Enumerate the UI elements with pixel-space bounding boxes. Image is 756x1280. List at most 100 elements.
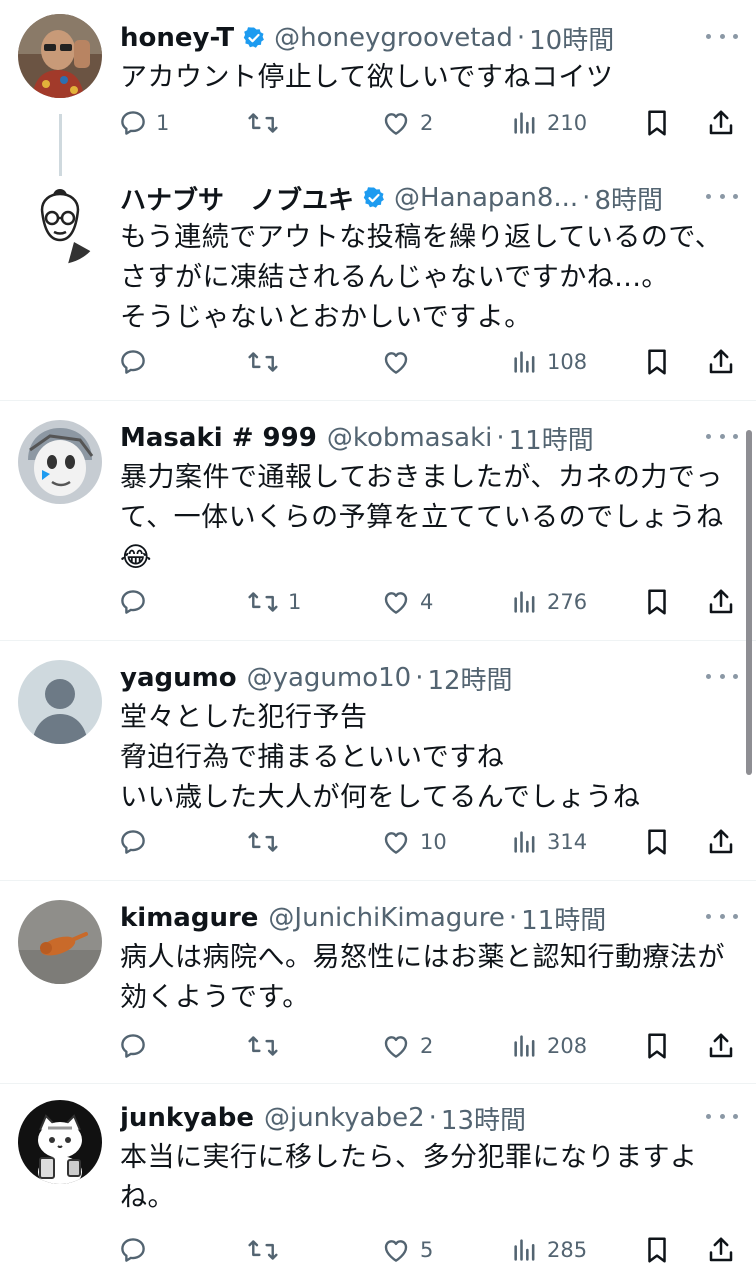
bookmark-icon <box>644 1235 670 1265</box>
avatar[interactable] <box>18 1100 102 1184</box>
like-icon <box>380 827 412 857</box>
bookmark-button[interactable] <box>644 1230 670 1270</box>
share-icon <box>706 827 736 857</box>
share-button[interactable] <box>706 103 736 143</box>
more-options-icon[interactable] <box>704 24 740 48</box>
like-icon <box>380 1235 412 1265</box>
views-button[interactable]: 210 <box>511 103 587 143</box>
tweet[interactable]: honey-T @honeygroovetad · 10時間 アカウント停止して欲しいで… <box>0 14 756 143</box>
reply-button[interactable] <box>118 822 156 862</box>
retweet-button[interactable] <box>246 342 288 382</box>
user-handle[interactable]: @kobmasaki <box>327 423 493 453</box>
like-button[interactable]: 2 <box>380 103 433 143</box>
display-name[interactable]: kimagure <box>120 903 258 933</box>
views-button[interactable]: 285 <box>511 1230 587 1270</box>
display-name[interactable]: junkyabe <box>120 1103 254 1133</box>
timestamp[interactable]: 11時間 <box>509 420 594 457</box>
share-icon <box>706 1031 736 1061</box>
avatar[interactable] <box>18 14 102 98</box>
reply-icon <box>118 827 148 857</box>
tweet[interactable]: yagumo @yagumo10 · 12時間 堂々とした犯行予告 脅迫行為で捕まるといい… <box>0 658 756 862</box>
like-button[interactable]: 2 <box>380 1026 433 1066</box>
views-button[interactable]: 276 <box>511 582 587 622</box>
reply-icon <box>118 1235 148 1265</box>
user-handle[interactable]: @junkyabe2 <box>264 1103 425 1133</box>
tweet-text-line: ね。 <box>120 1182 175 1213</box>
reply-icon <box>118 347 148 377</box>
timestamp[interactable]: 12時間 <box>427 660 512 697</box>
user-handle[interactable]: @JunichiKimagure <box>268 903 504 933</box>
more-options-icon[interactable] <box>704 184 740 208</box>
views-button[interactable]: 108 <box>511 342 587 382</box>
reply-button[interactable]: 1 <box>118 103 169 143</box>
reply-button[interactable] <box>118 582 156 622</box>
user-handle[interactable]: @honeygroovetad <box>274 23 513 53</box>
more-options-icon[interactable] <box>704 424 740 448</box>
retweet-button[interactable] <box>246 1026 288 1066</box>
action-bar: 5 285 <box>0 1230 756 1270</box>
share-button[interactable] <box>706 822 736 862</box>
bookmark-button[interactable] <box>644 1026 670 1066</box>
retweet-button[interactable] <box>246 103 288 143</box>
timestamp[interactable]: 8時間 <box>594 180 663 217</box>
like-icon <box>380 108 412 138</box>
avatar[interactable] <box>18 420 102 504</box>
retweet-button[interactable] <box>246 822 288 862</box>
like-count: 4 <box>420 590 434 614</box>
retweet-button[interactable]: 1 <box>246 582 301 622</box>
like-button[interactable]: 10 <box>380 822 447 862</box>
action-bar: 1 4 276 <box>0 582 756 622</box>
reply-button[interactable] <box>118 1230 156 1270</box>
share-button[interactable] <box>706 582 736 622</box>
views-button[interactable]: 208 <box>511 1026 587 1066</box>
user-handle[interactable]: @yagumo10 <box>247 663 412 693</box>
timestamp[interactable]: 10時間 <box>529 20 614 57</box>
share-icon <box>706 587 736 617</box>
views-count: 108 <box>547 350 588 374</box>
timestamp[interactable]: 13時間 <box>441 1100 526 1137</box>
retweet-button[interactable] <box>246 1230 288 1270</box>
display-name[interactable]: yagumo <box>120 663 237 693</box>
like-button[interactable] <box>380 342 420 382</box>
views-button[interactable]: 314 <box>511 822 587 862</box>
tweet[interactable]: Masaki # 999 @kobmasaki · 11時間 暴力案件で通報しておきまし… <box>0 418 756 622</box>
cartoon-avatar-bird-icon <box>18 420 102 504</box>
avatar[interactable] <box>18 660 102 744</box>
bookmark-button[interactable] <box>644 582 670 622</box>
bookmark-button[interactable] <box>644 103 670 143</box>
reply-button[interactable] <box>118 342 156 382</box>
tweet-text: アカウント停止して欲しいですねコイツ <box>120 58 740 98</box>
tweet[interactable]: junkyabe @junkyabe2 · 13時間 本当に実行に移したら、多分犯罪にな… <box>0 1098 756 1270</box>
tweet[interactable]: kimagure @JunichiKimagure · 11時間 病人は病院へ。易怒性に… <box>0 898 756 1066</box>
tweet[interactable]: ハナブサ ノブユキ @Hanapan8... · 8時間 もう連続でアウトな投稿を繰り返… <box>0 178 756 382</box>
display-name[interactable]: ハナブサ ノブユキ <box>120 180 354 217</box>
timestamp[interactable]: 11時間 <box>521 900 606 937</box>
display-name[interactable]: Masaki # 999 <box>120 423 317 453</box>
retweet-icon <box>246 1031 280 1061</box>
display-name[interactable]: honey-T <box>120 23 234 53</box>
views-count: 208 <box>547 1034 588 1058</box>
reply-button[interactable] <box>118 1026 156 1066</box>
share-button[interactable] <box>706 1026 736 1066</box>
avatar[interactable] <box>18 900 102 984</box>
share-icon <box>706 347 736 377</box>
like-button[interactable]: 4 <box>380 582 433 622</box>
tweet-header: junkyabe @junkyabe2 · 13時間 <box>120 1098 700 1138</box>
tweet-divider <box>0 640 756 641</box>
share-button[interactable] <box>706 1230 736 1270</box>
share-button[interactable] <box>706 342 736 382</box>
scrollbar[interactable] <box>746 430 752 775</box>
more-options-icon[interactable] <box>704 664 740 688</box>
bookmark-button[interactable] <box>644 342 670 382</box>
more-options-icon[interactable] <box>704 1104 740 1128</box>
separator-dot: · <box>516 23 526 53</box>
bookmark-button[interactable] <box>644 822 670 862</box>
bookmark-icon <box>644 1031 670 1061</box>
retweet-icon <box>246 587 280 617</box>
like-button[interactable]: 5 <box>380 1230 433 1270</box>
avatar[interactable] <box>18 180 102 264</box>
user-handle[interactable]: @Hanapan8... <box>394 183 578 213</box>
more-options-icon[interactable] <box>704 904 740 928</box>
separator-dot: · <box>508 903 518 933</box>
tweet-header: kimagure @JunichiKimagure · 11時間 <box>120 898 700 938</box>
